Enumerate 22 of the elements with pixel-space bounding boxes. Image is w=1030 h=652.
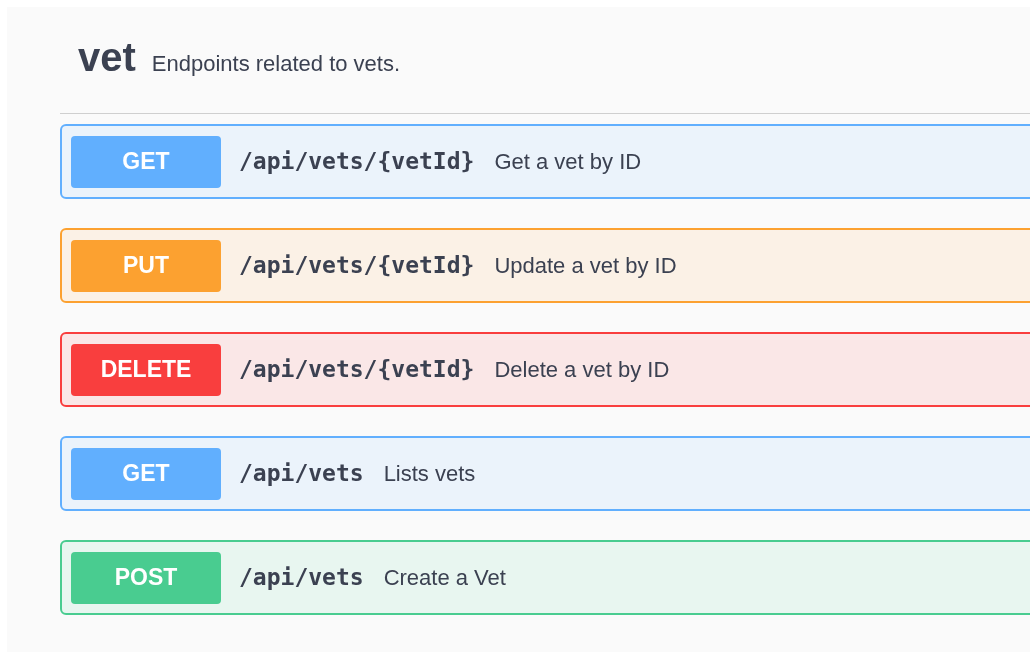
method-badge: DELETE — [71, 343, 221, 396]
endpoint-path: /api/vets/{vetId} — [239, 147, 475, 177]
endpoint-row[interactable]: GET /api/vets Lists vets — [60, 436, 1030, 511]
method-badge: GET — [71, 447, 221, 500]
endpoint-summary: Get a vet by ID — [494, 148, 642, 176]
endpoint-path: /api/vets/{vetId} — [239, 355, 475, 385]
section-title[interactable]: vet — [78, 37, 136, 77]
endpoint-summary: Delete a vet by ID — [494, 356, 670, 384]
endpoint-path: /api/vets — [239, 563, 364, 593]
method-badge: POST — [71, 551, 221, 604]
endpoint-row[interactable]: PUT /api/vets/{vetId} Update a vet by ID — [60, 228, 1030, 303]
endpoint-row[interactable]: POST /api/vets Create a Vet — [60, 540, 1030, 615]
endpoint-summary: Update a vet by ID — [494, 252, 677, 280]
endpoint-row[interactable]: DELETE /api/vets/{vetId} Delete a vet by ID — [60, 332, 1030, 407]
endpoint-summary: Create a Vet — [383, 564, 506, 592]
section-description: Endpoints related to vets. — [151, 53, 401, 77]
method-badge: GET — [71, 135, 221, 188]
endpoint-summary: Lists vets — [383, 460, 476, 488]
endpoint-row[interactable]: GET /api/vets/{vetId} Get a vet by ID — [60, 124, 1030, 199]
endpoint-path: /api/vets/{vetId} — [239, 251, 475, 281]
method-badge: PUT — [71, 239, 221, 292]
endpoint-path: /api/vets — [239, 459, 364, 489]
